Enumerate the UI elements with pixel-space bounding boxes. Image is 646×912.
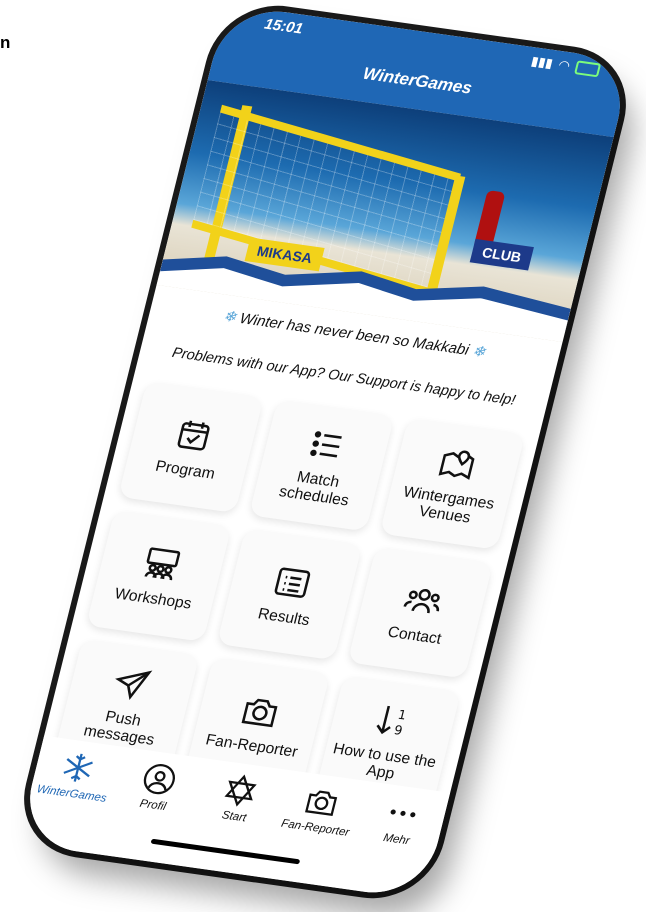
workshop-icon xyxy=(144,546,181,580)
tile-label: Fan-Reporter xyxy=(204,730,300,761)
tile-venues[interactable]: Wintergames Venues xyxy=(379,418,526,550)
user-icon xyxy=(143,764,175,795)
menu-grid: Program Match schedules Wintergames Venu… xyxy=(53,381,526,808)
tab-wintergames[interactable]: WinterGames xyxy=(33,746,120,805)
more-icon xyxy=(390,809,416,818)
tile-results[interactable]: Results xyxy=(216,528,363,661)
tab-label: Start xyxy=(220,809,248,825)
tile-label: Match schedules xyxy=(277,468,351,510)
battery-icon xyxy=(574,60,602,78)
tab-fan-reporter[interactable]: Fan-Reporter xyxy=(276,780,363,839)
document-list-icon xyxy=(274,567,311,598)
map-pin-icon xyxy=(438,450,475,480)
tab-start[interactable]: Start xyxy=(195,769,282,828)
tab-mehr[interactable]: Mehr xyxy=(357,791,444,850)
list-icon xyxy=(310,431,342,458)
snowflake-icon xyxy=(63,753,93,782)
camera-icon xyxy=(305,790,338,817)
camera-icon xyxy=(241,698,278,727)
tile-label: Workshops xyxy=(112,584,194,613)
wifi-icon: ◠ xyxy=(556,56,572,74)
tab-label: Mehr xyxy=(381,832,411,848)
tab-label: WinterGames xyxy=(35,783,108,805)
tile-label: Contact xyxy=(386,623,444,648)
status-time: 15:01 xyxy=(262,15,305,38)
snowflake-icon: ❄ xyxy=(470,342,488,362)
sort-icon: 1 9 xyxy=(376,705,408,738)
paper-plane-icon xyxy=(115,670,153,700)
signal-icon: ▮▮▮ xyxy=(529,53,555,71)
tile-label: Program xyxy=(153,457,217,483)
people-icon xyxy=(403,588,440,613)
tile-label: Results xyxy=(256,604,312,629)
phone-frame: 15:01 ▮▮▮ ◠ WinterGames MIKASA CLUB ❄Win… xyxy=(17,3,633,901)
status-icons: ▮▮▮ ◠ xyxy=(529,53,602,78)
club-banner: CLUB xyxy=(469,238,534,271)
tile-workshops[interactable]: Workshops xyxy=(85,510,232,642)
calendar-check-icon xyxy=(177,420,210,451)
svg-text:1: 1 xyxy=(396,707,408,723)
svg-text:9: 9 xyxy=(393,722,405,738)
tab-label: Profil xyxy=(138,797,168,814)
snowflake-icon: ❄ xyxy=(221,307,239,327)
tile-match-schedules[interactable]: Match schedules xyxy=(248,399,395,532)
tab-label: Fan-Reporter xyxy=(279,817,351,839)
tile-program[interactable]: Program xyxy=(118,381,264,514)
star-of-david-icon xyxy=(224,774,257,807)
tab-profil[interactable]: Profil xyxy=(114,757,201,816)
tile-contact[interactable]: Contact xyxy=(347,547,493,679)
tile-label: Wintergames Venues xyxy=(401,483,497,527)
